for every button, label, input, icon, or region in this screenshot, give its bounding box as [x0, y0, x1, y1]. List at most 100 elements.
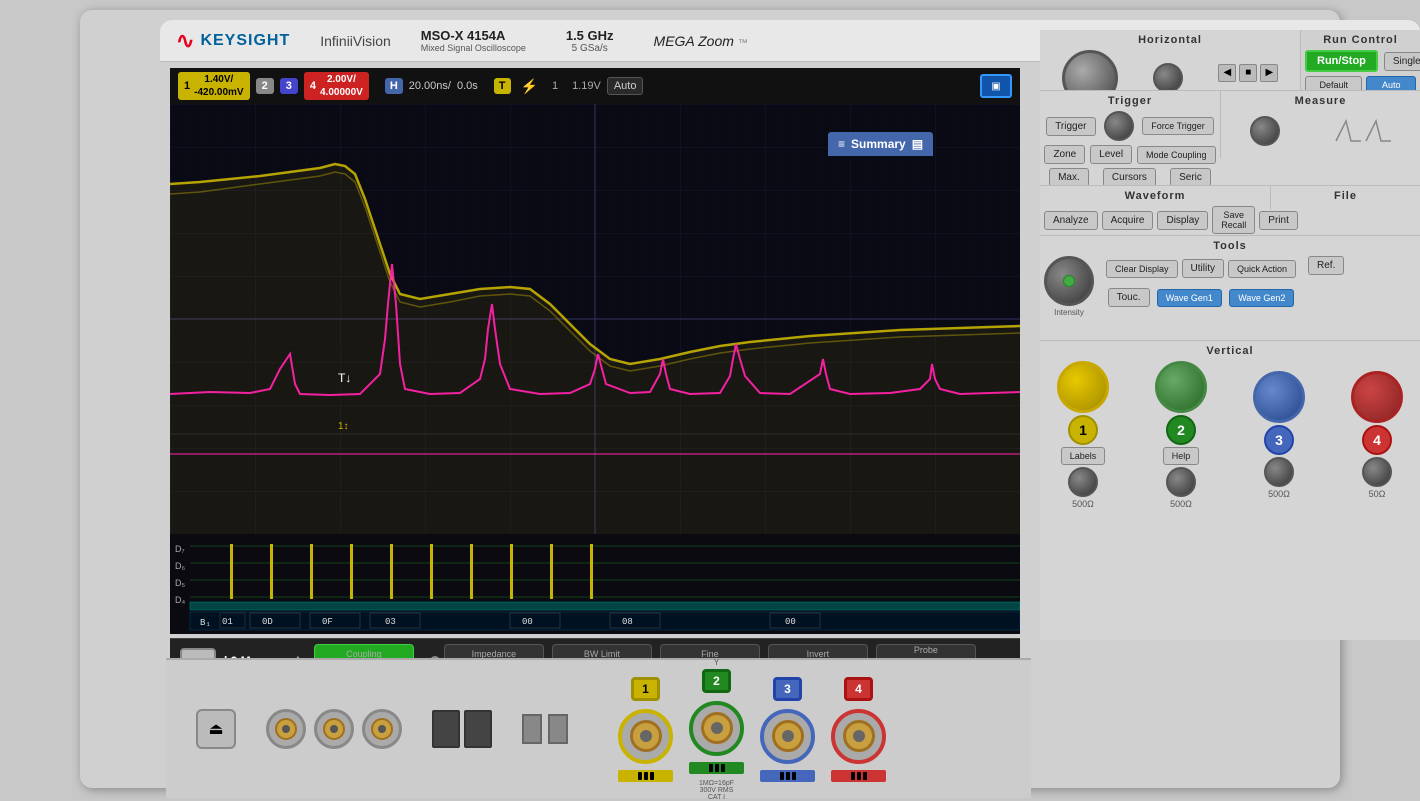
trigger-value: 1.19V	[572, 80, 601, 92]
wave-gen2-btn[interactable]: Wave Gen2	[1229, 289, 1294, 307]
svg-text:T↓: T↓	[338, 371, 351, 385]
ch4-pos-knob[interactable]	[1362, 457, 1392, 487]
level-btn[interactable]: Level	[1090, 145, 1132, 164]
usb-port-2[interactable]	[464, 710, 492, 748]
ch4-bnc-label: 4	[844, 677, 873, 701]
model-info: MSO-X 4154A Mixed Signal Oscilloscope	[421, 28, 526, 53]
single-btn[interactable]: Single	[1384, 52, 1420, 71]
ch1-scale-knob[interactable]	[1057, 361, 1109, 413]
ch2-pos-knob[interactable]	[1166, 467, 1196, 497]
ch3-scale-knob[interactable]	[1253, 371, 1305, 423]
right-panel: Horizontal Horiz Search ◀ ■ ▶ Navigate	[1040, 30, 1420, 640]
svg-text:D₄: D₄	[175, 595, 185, 605]
summary-tab[interactable]: ≡ Summary ▤	[828, 132, 933, 156]
measure-knob[interactable]	[1250, 116, 1280, 146]
nav-stop[interactable]: ■	[1239, 64, 1257, 82]
utility-btn[interactable]: Utility	[1182, 259, 1224, 278]
mode-coupling-btn[interactable]: Mode Coupling	[1137, 146, 1216, 164]
ch1-bnc-conn[interactable]	[618, 709, 673, 764]
trigger-title: Trigger	[1044, 95, 1216, 107]
zone-btn[interactable]: Zone	[1044, 145, 1085, 164]
spec-ghz: 1.5 GHz	[566, 28, 614, 43]
trig-in-port[interactable]	[522, 714, 542, 744]
ch3-num-badge[interactable]: 3	[1264, 425, 1294, 455]
h-badge[interactable]: H	[385, 78, 403, 94]
delay-value: 0.0s	[457, 80, 478, 92]
file-section: File	[1270, 185, 1420, 210]
ch3-bnc-label: 3	[773, 677, 802, 701]
intensity-knob[interactable]	[1044, 256, 1094, 306]
print-btn[interactable]: Print	[1259, 211, 1298, 230]
ch2-spec-label: 1MΩ=16pF300V RMSCAT I	[699, 780, 734, 801]
horizontal-title: Horizontal	[1044, 34, 1296, 46]
labels-btn[interactable]: Labels	[1061, 447, 1106, 465]
ch2-num-badge[interactable]: 2	[1166, 415, 1196, 445]
svg-text:D₆: D₆	[175, 561, 185, 571]
digital-svg: D₇ D₆ D₅ D₄ B₁ 01 0D 0F 03 00	[170, 534, 1020, 634]
spec-gs: 5 GSa/s	[572, 43, 608, 54]
trigger-knob[interactable]	[1104, 111, 1134, 141]
model-name: MSO-X 4154A	[421, 28, 526, 43]
t-badge[interactable]: T	[494, 78, 511, 94]
spec-info: 1.5 GHz 5 GSa/s	[566, 28, 614, 54]
save-recall-btn[interactable]: Save Recall	[1212, 206, 1255, 234]
measure-title: Measure	[1225, 95, 1416, 107]
waveform-area[interactable]: T↓ 1↕	[170, 104, 1020, 534]
trigger-btn[interactable]: Trigger	[1046, 117, 1095, 136]
dropdown-container: ≡ Summary ▤ ≡ Summary ↕ Cursors ⊞ Measur…	[828, 132, 933, 156]
ch3-pos-knob[interactable]	[1264, 457, 1294, 487]
ch3-badge[interactable]: 3	[280, 78, 298, 94]
ch4-num-badge[interactable]: 4	[1362, 425, 1392, 455]
ch4-scale-knob[interactable]	[1351, 371, 1403, 423]
intensity-led	[1063, 275, 1075, 287]
ch2-scale-knob[interactable]	[1155, 361, 1207, 413]
mode-badge[interactable]: Auto	[607, 77, 644, 95]
svg-text:08: 08	[622, 617, 633, 627]
acquire-btn[interactable]: Acquire	[1102, 211, 1154, 230]
display-btn[interactable]: Display	[1157, 211, 1208, 230]
ch1-num-badge[interactable]: 1	[1068, 415, 1098, 445]
quick-action-btn[interactable]: Quick Action	[1228, 260, 1296, 278]
lightning-icon: ⚡	[521, 78, 538, 95]
usb-btn[interactable]: ⏏	[196, 709, 236, 749]
clear-display-btn[interactable]: Clear Display	[1106, 260, 1178, 278]
touch-btn[interactable]: Touc.	[1108, 288, 1150, 307]
probe-conn-3[interactable]	[362, 709, 402, 749]
probe-conn-2[interactable]	[314, 709, 354, 749]
usb-port-1[interactable]	[432, 710, 460, 748]
ch4-bnc-conn[interactable]	[831, 709, 886, 764]
svg-text:01: 01	[222, 617, 233, 627]
summary-list-icon: ▤	[912, 137, 923, 151]
acq-button[interactable]: ▣	[980, 74, 1012, 98]
timebase-value: 20.00ns/	[409, 80, 451, 92]
waveform-section: Waveform Analyze Acquire Display Save Re…	[1040, 185, 1270, 241]
ch2-bnc-label: 2	[702, 669, 731, 693]
ref-btn[interactable]: Ref.	[1308, 256, 1344, 275]
trigger-count: 1	[552, 80, 558, 92]
nav-next[interactable]: ▶	[1260, 64, 1278, 82]
trigger-display-icon	[1331, 111, 1391, 151]
wave-gen1-btn[interactable]: Wave Gen1	[1157, 289, 1222, 307]
trig-out-port[interactable]	[548, 714, 568, 744]
megazoom: MEGA Zoom ™	[654, 33, 748, 49]
ch1-badge[interactable]: 1 1.40V/ -420.00mV	[178, 72, 250, 100]
force-trigger-btn[interactable]: Force Trigger	[1142, 117, 1214, 135]
nav-prev[interactable]: ◀	[1218, 64, 1236, 82]
help-btn[interactable]: Help	[1163, 447, 1200, 465]
logo-wave-icon: ∿	[176, 28, 194, 54]
ch3-bnc-conn[interactable]	[760, 709, 815, 764]
ch2-badge[interactable]: 2	[256, 78, 274, 94]
ch2-bnc-conn[interactable]	[689, 701, 744, 756]
search-knob[interactable]	[1153, 63, 1183, 93]
grid-svg: T↓ 1↕	[170, 104, 1020, 534]
probe-conn-1[interactable]	[266, 709, 306, 749]
vertical-title: Vertical	[1044, 345, 1416, 357]
ch1-bnc-label: 1	[631, 677, 660, 701]
file-title: File	[1275, 190, 1416, 202]
vertical-section: Vertical 1 Labels 500Ω 2 Help 500Ω	[1040, 340, 1420, 516]
svg-text:D₇: D₇	[175, 544, 185, 554]
ch4-badge[interactable]: 4 2.00V/ 4.00000V	[304, 72, 369, 100]
run-stop-btn[interactable]: Run/Stop	[1305, 50, 1378, 72]
analyze-btn[interactable]: Analyze	[1044, 211, 1098, 230]
ch1-pos-knob[interactable]	[1068, 467, 1098, 497]
